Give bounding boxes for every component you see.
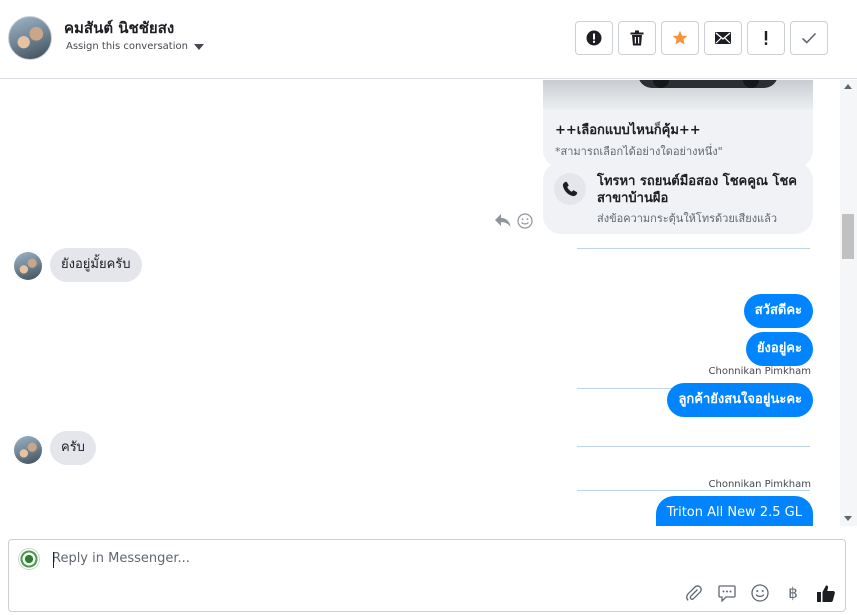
assign-conversation-dropdown[interactable]: Assign this conversation xyxy=(66,41,204,52)
conversation-header: คมสันต์ นิชชัยสง Assign this conversatio… xyxy=(0,0,857,79)
text-cursor xyxy=(53,552,54,568)
reply-input[interactable] xyxy=(52,551,652,566)
star-button[interactable] xyxy=(661,21,699,55)
assign-label: Assign this conversation xyxy=(66,41,188,52)
sender-name: Chonnikan Pimkham xyxy=(708,479,811,490)
call-card-subtitle: ส่งข้อความกระตุ้นให้โทรด้วยเสียงแล้ว xyxy=(597,212,778,225)
incoming-message: ยังอยู่มั้ยครับ xyxy=(50,248,142,282)
mark-unread-button[interactable] xyxy=(704,21,742,55)
scroll-down-arrow-icon[interactable] xyxy=(844,516,852,521)
contact-avatar[interactable] xyxy=(8,16,52,60)
trash-icon xyxy=(630,30,644,46)
payment-button[interactable]: ฿ xyxy=(782,582,804,604)
paperclip-icon xyxy=(686,585,702,601)
mark-done-button[interactable] xyxy=(790,21,828,55)
delete-button[interactable] xyxy=(618,21,656,55)
saved-reply-icon xyxy=(718,584,736,602)
scroll-thumb[interactable] xyxy=(842,214,854,259)
like-button[interactable] xyxy=(815,582,837,604)
incoming-message: ครับ xyxy=(50,431,96,465)
envelope-icon xyxy=(715,32,731,44)
divider-line xyxy=(577,490,810,491)
reply-icon[interactable] xyxy=(494,213,512,229)
page-avatar xyxy=(18,548,40,570)
like-icon xyxy=(817,584,835,602)
phone-icon xyxy=(554,173,586,205)
check-icon xyxy=(801,32,817,44)
outgoing-message: ยังอยู่คะ xyxy=(745,332,813,366)
conversation-toolbar xyxy=(575,21,828,55)
emoji-icon xyxy=(751,584,769,602)
sender-name: Chonnikan Pimkham xyxy=(708,366,811,377)
reply-composer: ฿ xyxy=(8,539,846,612)
product-image xyxy=(543,80,813,110)
outgoing-message: สวัสดีคะ xyxy=(743,294,813,328)
exclamation-circle-icon xyxy=(586,30,602,46)
product-card-title: ++เลือกแบบไหนก็คุ้ม++ xyxy=(555,123,701,138)
exclamation-icon xyxy=(764,31,768,45)
saved-reply-button[interactable] xyxy=(716,582,738,604)
baht-icon: ฿ xyxy=(788,584,798,602)
outgoing-message: ลูกค้ายังสนใจอยู่นะคะ xyxy=(667,383,813,417)
call-card-title: โทรหา รถยนต์มือสอง โชคคูณ โชค สาขาบ้านผื… xyxy=(597,174,798,206)
caret-down-icon xyxy=(193,43,204,50)
attach-button[interactable] xyxy=(683,582,705,604)
product-card[interactable]: ++เลือกแบบไหนก็คุ้ม++ *สามารถเลือกได้อย่… xyxy=(543,80,813,168)
contact-avatar-small xyxy=(14,436,42,464)
star-icon xyxy=(672,30,688,45)
react-emoji-icon[interactable] xyxy=(517,213,533,229)
follow-up-button[interactable] xyxy=(747,21,785,55)
call-button-card[interactable]: โทรหา รถยนต์มือสอง โชคคูณ โชค สาขาบ้านผื… xyxy=(543,162,813,234)
thread-scrollbar[interactable] xyxy=(840,80,857,526)
contact-name[interactable]: คมสันต์ นิชชัยสง xyxy=(64,16,174,40)
divider-line xyxy=(577,446,810,447)
composer-tools: ฿ xyxy=(683,582,837,604)
divider-line xyxy=(577,248,810,249)
contact-avatar-small xyxy=(14,252,42,280)
emoji-button[interactable] xyxy=(749,582,771,604)
spam-button[interactable] xyxy=(575,21,613,55)
outgoing-message: Triton All New 2.5 GL xyxy=(655,496,813,526)
scroll-up-arrow-icon[interactable] xyxy=(844,84,852,89)
